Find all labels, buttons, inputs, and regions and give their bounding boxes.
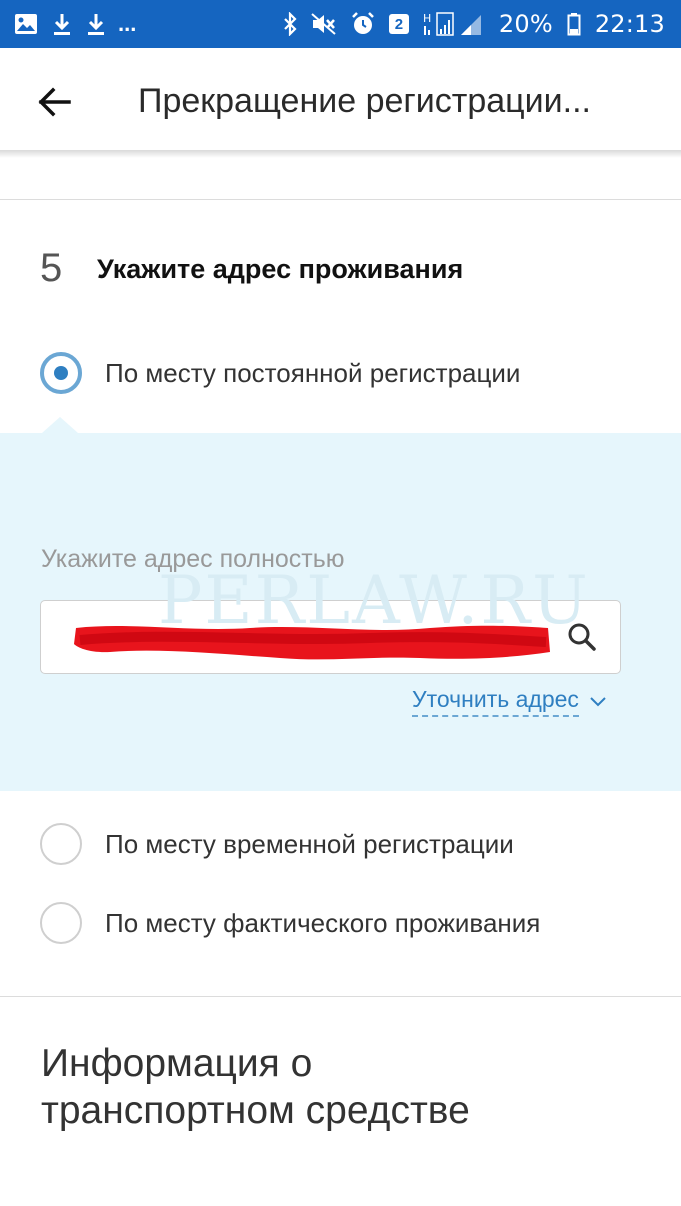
image-icon — [14, 13, 38, 35]
back-button[interactable] — [34, 82, 74, 122]
bluetooth-icon — [283, 12, 297, 36]
section-heading-vehicle: Информация о транспортном средстве — [41, 1040, 601, 1134]
section-heading-line: Информация о — [41, 1042, 313, 1085]
status-bar-right: 2 H 20% 22:13 — [283, 10, 665, 38]
divider — [0, 996, 681, 997]
radio-actual-residence[interactable]: По месту фактического проживания — [40, 902, 540, 944]
step-title: Укажите адрес проживания — [97, 254, 464, 284]
app-bar-shadow — [0, 150, 681, 158]
radio-button[interactable] — [40, 823, 82, 865]
search-icon — [567, 622, 597, 652]
search-button[interactable] — [562, 617, 602, 657]
arrow-left-icon — [37, 87, 71, 117]
sim-badge: 2 — [388, 14, 409, 34]
clock: 22:13 — [594, 10, 665, 38]
radio-label: По месту фактического проживания — [105, 907, 541, 938]
page-title: Прекращение регистрации... — [138, 82, 591, 120]
alarm-icon — [351, 12, 375, 36]
status-bar-left: ... — [14, 11, 136, 37]
divider — [0, 199, 681, 200]
radio-label: По месту постоянной регистрации — [105, 357, 521, 388]
chevron-down-icon — [589, 696, 607, 708]
download-icon — [86, 12, 106, 36]
refine-address-link[interactable]: Уточнить адрес — [412, 686, 607, 717]
battery-icon — [567, 12, 581, 36]
app-bar: Прекращение регистрации... — [0, 48, 681, 154]
radio-temporary-registration[interactable]: По месту временной регистрации — [40, 823, 514, 865]
radio-permanent-registration[interactable]: По месту постоянной регистрации — [40, 352, 520, 394]
radio-button-checked[interactable] — [40, 352, 82, 394]
step-number: 5 — [40, 246, 63, 290]
radio-label: По месту временной регистрации — [105, 828, 514, 859]
more-notifications: ... — [118, 11, 137, 36]
battery-percent: 20% — [498, 10, 553, 38]
download-icon — [52, 12, 72, 36]
panel-notch — [42, 417, 78, 433]
mute-icon — [311, 12, 337, 36]
status-bar: ... 2 H 20% 22:13 — [0, 0, 681, 48]
network-type: H — [423, 12, 431, 25]
refine-address-label: Уточнить адрес — [412, 686, 579, 717]
radio-button[interactable] — [40, 902, 82, 944]
redacted-address-value — [74, 625, 550, 660]
section-heading-line: транспортном средстве — [41, 1089, 470, 1132]
signal-icon: H — [423, 11, 485, 37]
